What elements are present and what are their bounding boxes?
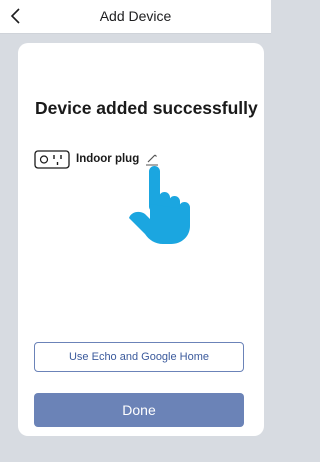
page-title: Add Device xyxy=(99,8,172,24)
use-echo-google-home-button[interactable]: Use Echo and Google Home xyxy=(34,342,244,372)
done-button[interactable]: Done xyxy=(34,393,244,427)
success-title: Device added successfully xyxy=(35,98,258,118)
success-card: Device added successfully Indoor plug Us… xyxy=(18,43,264,436)
plug-outlet-icon xyxy=(34,149,70,169)
top-bar: Add Device xyxy=(0,0,271,34)
pointing-hand-icon xyxy=(129,166,190,244)
